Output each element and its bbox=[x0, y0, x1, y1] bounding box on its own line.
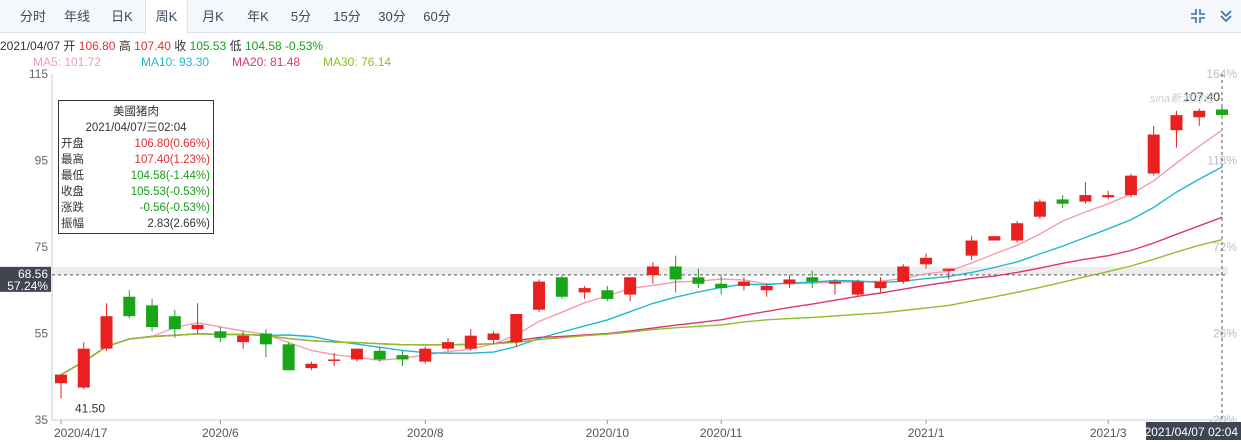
candle-body bbox=[988, 236, 1001, 241]
candle-body bbox=[601, 290, 614, 299]
candle-body bbox=[55, 374, 67, 384]
ma5-line bbox=[60, 129, 1223, 376]
ma20-line bbox=[60, 216, 1223, 376]
tooltip-value: 104.58(-1.44%) bbox=[130, 170, 210, 182]
candle-body bbox=[624, 277, 637, 295]
x-tick-label: 2021/3 bbox=[1090, 426, 1127, 440]
sina-watermark: sina新浪财经 bbox=[1150, 93, 1215, 105]
pct-tick-label: 26% bbox=[1213, 327, 1237, 341]
crosshair-band bbox=[52, 266, 1228, 275]
candle-body bbox=[487, 333, 500, 340]
candle-body bbox=[1079, 195, 1092, 202]
y-tick-label: 35 bbox=[35, 413, 49, 427]
candle-body bbox=[533, 281, 546, 310]
candle-body bbox=[123, 296, 136, 317]
candle-body bbox=[715, 283, 728, 289]
candle-body bbox=[669, 266, 682, 280]
candle-body bbox=[214, 331, 227, 338]
candle-body bbox=[829, 281, 841, 284]
tooltip-label: 开盘 bbox=[61, 138, 84, 150]
candle-body bbox=[419, 348, 432, 362]
x-tick-label: 2020/4/17 bbox=[54, 426, 108, 440]
candle-body bbox=[442, 342, 454, 349]
candle-body bbox=[510, 314, 523, 343]
tooltip-row-high: 最高 107.40(1.23%) bbox=[59, 152, 213, 168]
candle-body bbox=[1147, 134, 1160, 174]
x-tick-label: 2020/6 bbox=[202, 426, 239, 440]
candle-body bbox=[920, 257, 933, 265]
tooltip-value: -0.56(-0.53%) bbox=[139, 202, 210, 214]
tooltip-label: 最低 bbox=[61, 170, 84, 182]
candle-body bbox=[555, 277, 568, 297]
candle-body bbox=[783, 279, 796, 284]
tooltip-row-close: 收盘 105.53(-0.53%) bbox=[59, 184, 213, 200]
candle-body bbox=[191, 324, 204, 330]
tooltip-row-open: 开盘 106.80(0.66%) bbox=[59, 136, 213, 152]
candle-body bbox=[259, 333, 272, 345]
candle-body bbox=[897, 266, 910, 282]
y-tick-label: 115 bbox=[29, 67, 48, 81]
candle-body bbox=[1056, 199, 1069, 204]
crosshair-date-label: 2021/04/07 02:04 bbox=[1145, 425, 1239, 439]
candle-body bbox=[965, 240, 978, 256]
candle-body bbox=[77, 348, 90, 388]
candle-body bbox=[806, 277, 819, 282]
candle-body bbox=[1033, 201, 1046, 217]
y-tick-label: 75 bbox=[35, 240, 49, 254]
min-price-label: 41.50 bbox=[75, 401, 105, 415]
x-tick-label: 2021/1 bbox=[908, 426, 945, 440]
candle-body bbox=[168, 316, 181, 330]
candle-body bbox=[692, 277, 705, 284]
y-tick-label: 95 bbox=[35, 154, 49, 168]
x-tick-label: 2020/8 bbox=[407, 426, 444, 440]
tooltip-row-change: 涨跌 -0.56(-0.53%) bbox=[59, 200, 213, 216]
x-tick-label: 2020/10 bbox=[586, 426, 630, 440]
x-tick-label: 2020/11 bbox=[700, 426, 743, 440]
tooltip-label: 涨跌 bbox=[61, 202, 84, 214]
candle-body bbox=[328, 359, 341, 361]
tooltip-row-amplitude: 振幅 2.83(2.66%) bbox=[59, 216, 213, 232]
candle-body bbox=[373, 350, 386, 360]
candle-body bbox=[1102, 195, 1115, 198]
candle-body bbox=[1193, 110, 1206, 118]
candle-body bbox=[350, 348, 363, 360]
tooltip-label: 振幅 bbox=[61, 218, 84, 230]
tooltip-label: 最高 bbox=[61, 154, 84, 166]
crosshair-pct-label: 57.24% bbox=[7, 279, 48, 293]
candle-body bbox=[237, 335, 250, 343]
tooltip-value: 2.83(2.66%) bbox=[147, 218, 210, 230]
candle-body bbox=[305, 363, 318, 369]
tooltip-datetime: 2021/04/07/三02:04 bbox=[85, 122, 187, 134]
candle-body bbox=[851, 281, 864, 295]
ohlc-tooltip: 美國猪肉 2021/04/07/三02:04 开盘 106.80(0.66%) 最… bbox=[58, 100, 214, 234]
tooltip-value: 105.53(-0.53%) bbox=[130, 186, 210, 198]
candle-body bbox=[1011, 223, 1024, 241]
tooltip-label: 收盘 bbox=[61, 186, 84, 198]
candle-body bbox=[1170, 115, 1183, 131]
tooltip-title: 美國猪肉 bbox=[113, 106, 159, 118]
candle-body bbox=[874, 281, 887, 289]
candle-body bbox=[100, 316, 113, 349]
tooltip-value: 107.40(1.23%) bbox=[134, 154, 210, 166]
candle-body bbox=[1216, 109, 1228, 115]
pct-tick-label: 72% bbox=[1213, 240, 1237, 254]
candle-body bbox=[464, 335, 477, 349]
candle-body bbox=[760, 285, 773, 291]
y-tick-label: 55 bbox=[35, 327, 49, 341]
candle-body bbox=[282, 344, 295, 371]
tooltip-row-low: 最低 104.58(-1.44%) bbox=[59, 168, 213, 184]
tooltip-value: 106.80(0.66%) bbox=[134, 138, 210, 150]
candle-body bbox=[646, 266, 659, 276]
candle-body bbox=[1124, 175, 1137, 196]
candle-body bbox=[396, 355, 409, 360]
candle-body bbox=[146, 305, 159, 328]
candle-body bbox=[737, 281, 750, 286]
candle-body bbox=[578, 288, 591, 293]
candle-body bbox=[942, 268, 955, 271]
